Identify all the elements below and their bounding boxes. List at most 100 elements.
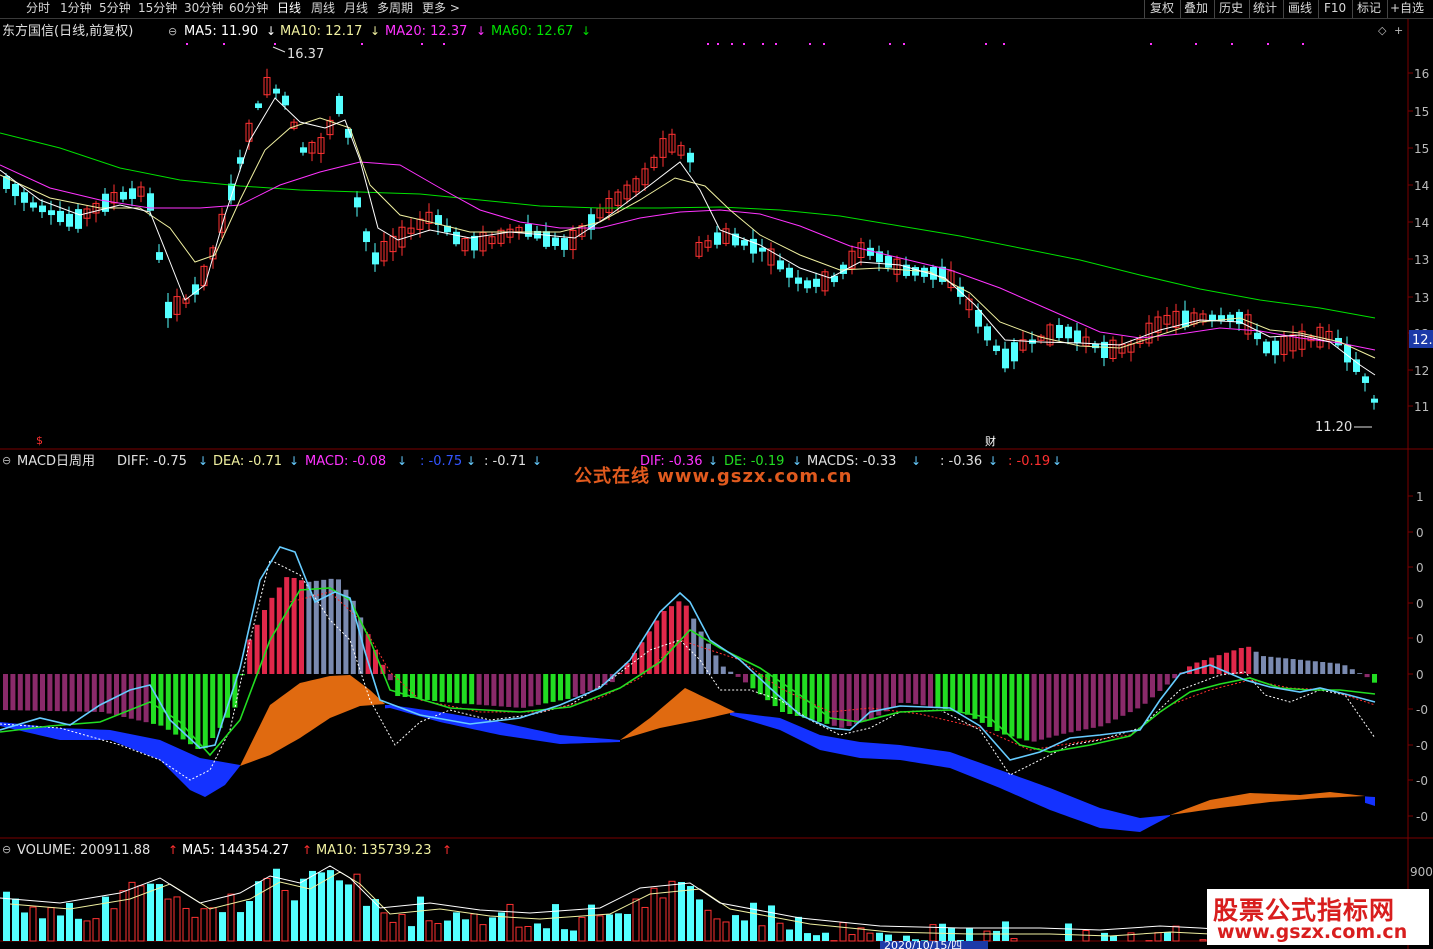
macd-bar-positive <box>1298 659 1303 674</box>
overlay-button[interactable]: 叠加 <box>1184 1 1208 16</box>
candle-body <box>39 205 46 213</box>
period-tab-5min[interactable]: 5分钟 <box>99 1 131 16</box>
period-tab-weekly[interactable]: 周线 <box>311 1 335 16</box>
period-tab-30min[interactable]: 30分钟 <box>184 1 223 16</box>
volume-bar-up <box>389 921 397 942</box>
price-panel[interactable] <box>0 19 1408 449</box>
s-marker[interactable]: $ <box>36 434 43 447</box>
draw-line-button[interactable]: 画线 <box>1288 1 1312 16</box>
macd-bar-negative <box>891 674 896 708</box>
macd-bar-negative <box>1046 674 1052 738</box>
macd-bar-negative <box>580 674 586 694</box>
collapse-icon[interactable]: ⊖ <box>168 25 177 38</box>
macd-bar-negative <box>543 674 549 704</box>
high-price-label: 16.37 <box>287 47 324 62</box>
period-tab-multi[interactable]: 多周期 <box>377 1 413 16</box>
macd-bar-negative <box>165 674 171 730</box>
collapse-icon[interactable]: ⊖ <box>2 454 11 467</box>
candle-body <box>1011 342 1018 362</box>
macd-bar-negative <box>1164 674 1170 685</box>
volume-bar-down <box>408 926 415 941</box>
candle-body <box>273 88 280 94</box>
volume-bar-up <box>434 923 442 942</box>
period-tab-1min[interactable]: 1分钟 <box>60 1 92 16</box>
period-tab-60min[interactable]: 60分钟 <box>229 1 268 16</box>
f10-button[interactable]: F10 <box>1324 1 1346 16</box>
volume-bar-up <box>722 921 730 942</box>
volume-bar-up <box>200 908 208 942</box>
macd-bar-negative <box>461 674 467 704</box>
period-tab-fenshi[interactable]: 分时 <box>26 1 50 16</box>
period-tab-monthly[interactable]: 月线 <box>344 1 368 16</box>
macd-bar-negative <box>1105 674 1111 724</box>
candle-body <box>1371 398 1378 403</box>
candle-body <box>525 223 532 237</box>
volume-bar-up <box>380 912 388 942</box>
volume-bar-down <box>606 914 613 941</box>
macd-bar-negative <box>99 674 105 712</box>
macd-bar-negative <box>195 674 201 750</box>
period-tab-15min[interactable]: 15分钟 <box>138 1 177 16</box>
macd-bar-negative <box>47 674 53 711</box>
period-tab-daily[interactable]: 日线 <box>277 1 301 16</box>
y-tick-label: -0 <box>1416 810 1428 824</box>
volume-bar-up <box>1154 932 1162 942</box>
macd-bar-negative <box>942 674 948 710</box>
volume-bar-up <box>641 906 649 942</box>
history-button[interactable]: 历史 <box>1219 1 1243 16</box>
macd-bar-positive <box>728 671 734 674</box>
volume-bar-up <box>398 913 406 942</box>
arrow-down-icon: ↓ <box>466 454 476 468</box>
macd-bar-negative <box>1090 674 1096 728</box>
candle-body <box>1263 341 1270 354</box>
volume-bar-up <box>128 881 136 942</box>
plus-icon[interactable]: + <box>1394 24 1403 37</box>
y-tick-label: 14 <box>1414 216 1429 230</box>
signal-dot <box>443 43 445 45</box>
macd-bar-negative <box>498 674 504 707</box>
volume-bar-up <box>632 898 640 942</box>
statistics-button[interactable]: 统计 <box>1253 1 1277 16</box>
highlighted-date: 2020/10/15/四 <box>884 939 962 949</box>
collapse-icon[interactable]: ⊖ <box>2 843 11 856</box>
volume-bar-up <box>983 930 991 942</box>
arrow-down-icon: ↓ <box>1052 454 1062 468</box>
candle-body <box>192 284 199 295</box>
diamond-icon[interactable]: ◇ <box>1378 24 1387 37</box>
period-tab-more[interactable]: 更多 > <box>422 1 460 16</box>
add-watchlist-button[interactable]: +自选 <box>1390 1 1424 16</box>
macd-bar-negative <box>957 674 963 712</box>
watermark-top: 公式在线 www.gszx.com.cn <box>574 466 853 487</box>
y-tick-label: -0 <box>1416 703 1428 717</box>
volume-bar-down <box>795 916 802 941</box>
volume-bar-down <box>993 930 1000 941</box>
macd-bar-negative <box>202 674 208 749</box>
candle-body <box>1092 343 1099 349</box>
candle-body <box>1002 348 1009 369</box>
volume-bar-down <box>588 904 595 941</box>
macd-bar-negative <box>454 674 460 704</box>
signal-dot <box>1003 43 1005 45</box>
mark-button[interactable]: 标记 <box>1357 1 1381 16</box>
candle-body <box>120 191 127 200</box>
macd-bar-positive <box>1357 673 1363 674</box>
finance-marker[interactable]: 财 <box>985 434 996 448</box>
y-tick-label: 0 <box>1416 526 1424 540</box>
macd-bar-positive <box>1216 655 1222 674</box>
macd-bar-positive <box>291 577 297 674</box>
macd-y-axis: 1 0 0 0 0 0 -0 -0 -0 -0 <box>1408 490 1428 824</box>
volume-bar-down <box>876 932 883 941</box>
current-price-text: 12. <box>1412 333 1433 348</box>
candle-body <box>48 210 55 216</box>
macd-bar-negative <box>136 674 142 721</box>
macd-bar-negative <box>565 674 571 699</box>
toolbar-divider <box>1144 0 1145 18</box>
signal-dot <box>1195 43 1197 45</box>
fuquan-button[interactable]: 复权 <box>1150 1 1174 16</box>
macd-bar-negative <box>10 674 16 711</box>
macd-bar-negative <box>1061 674 1067 734</box>
orange-band <box>620 688 735 740</box>
arrow-down-icon: ↓ <box>289 454 299 468</box>
candle-body <box>1254 332 1261 340</box>
macd-bar-positive <box>1261 656 1266 674</box>
